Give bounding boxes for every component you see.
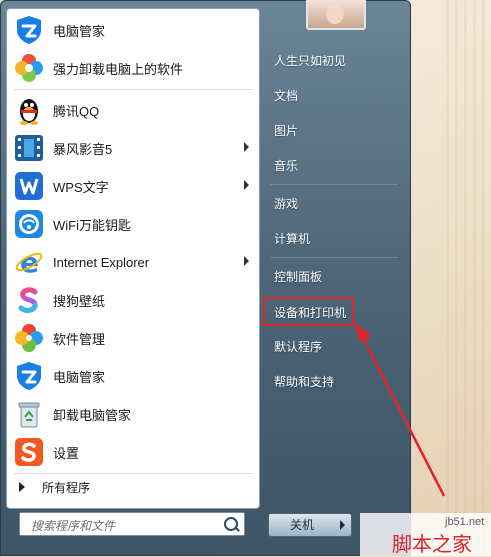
program-label: 腾讯QQ <box>53 103 100 119</box>
program-label: WPS文字 <box>53 179 109 195</box>
submenu-arrow-icon[interactable] <box>244 256 249 266</box>
watermark-url: jb51.net <box>445 516 485 528</box>
program-item-pc-manager-2[interactable]: 电脑管家 <box>7 357 259 395</box>
program-item-wps[interactable]: WPS文字 <box>7 167 259 205</box>
program-label: 搜狗壁纸 <box>53 293 106 309</box>
tencent-pc-manager-icon <box>13 360 45 392</box>
program-label: 暴风影音5 <box>53 141 113 157</box>
program-label: 卸载电脑管家 <box>53 407 132 423</box>
program-item-uninstall-pc-manager[interactable]: 卸载电脑管家 <box>7 395 259 433</box>
baofeng-film-icon <box>13 132 45 164</box>
programs-panel: 电脑管家 强力卸载电脑上的软件 腾讯QQ 暴风影音5 WPS文字 WiFi万能钥… <box>6 8 260 509</box>
search-box[interactable]: 搜索程序和文件 <box>19 512 245 536</box>
uninstall-flower-icon <box>13 52 45 84</box>
program-label: 电脑管家 <box>53 23 106 39</box>
right-item-default-programs[interactable]: 默认程序 <box>264 332 396 360</box>
program-item-internet-explorer[interactable]: e Internet Explorer <box>7 243 259 281</box>
watermark-name: 脚本之家 <box>392 532 472 556</box>
program-item-baofeng[interactable]: 暴风影音5 <box>7 129 259 167</box>
program-item-pc-manager[interactable]: 电脑管家 <box>7 11 259 49</box>
right-item-help-support[interactable]: 帮助和支持 <box>264 367 396 395</box>
all-programs-button[interactable]: 所有程序 <box>7 475 259 499</box>
sogou-settings-icon <box>13 436 45 468</box>
divider <box>270 257 398 258</box>
tencent-pc-manager-icon <box>13 14 45 46</box>
right-item-computer[interactable]: 计算机 <box>264 224 396 252</box>
software-manager-icon <box>13 322 45 354</box>
submenu-arrow-icon[interactable] <box>244 180 249 190</box>
user-avatar[interactable] <box>306 0 366 30</box>
search-placeholder: 搜索程序和文件 <box>31 519 116 533</box>
recycle-bin-icon <box>13 398 45 430</box>
program-label: Internet Explorer <box>53 254 150 270</box>
sogou-wallpaper-icon <box>13 284 45 316</box>
right-item-pictures[interactable]: 图片 <box>264 116 396 144</box>
internet-explorer-icon: e <box>13 246 45 279</box>
avatar-face <box>326 4 344 24</box>
program-label: 设置 <box>53 445 80 461</box>
shutdown-options-arrow-icon[interactable] <box>335 513 352 537</box>
wps-writer-icon <box>13 170 45 202</box>
right-item-games[interactable]: 游戏 <box>264 189 396 217</box>
program-item-software-manager[interactable]: 软件管理 <box>7 319 259 357</box>
all-programs-label: 所有程序 <box>42 480 91 495</box>
right-item-documents[interactable]: 文档 <box>264 81 396 109</box>
right-item-music[interactable]: 音乐 <box>264 151 396 179</box>
right-item-user[interactable]: 人生只如初见 <box>264 46 396 74</box>
program-label: WiFi万能钥匙 <box>53 217 131 233</box>
start-menu: 电脑管家 强力卸载电脑上的软件 腾讯QQ 暴风影音5 WPS文字 WiFi万能钥… <box>0 0 411 556</box>
program-item-qq[interactable]: 腾讯QQ <box>7 91 259 129</box>
right-item-control-panel[interactable]: 控制面板 <box>264 262 396 290</box>
divider <box>270 184 398 185</box>
program-label: 软件管理 <box>53 331 106 347</box>
submenu-arrow-icon[interactable] <box>244 142 249 152</box>
wifi-key-icon <box>13 208 45 240</box>
expand-arrow-icon <box>19 482 25 492</box>
divider <box>13 89 253 90</box>
program-item-uninstall[interactable]: 强力卸载电脑上的软件 <box>7 49 259 87</box>
annotation-highlight-box <box>263 297 354 326</box>
shutdown-button[interactable]: 关机 <box>268 513 336 537</box>
program-label: 强力卸载电脑上的软件 <box>53 61 184 77</box>
program-item-settings[interactable]: 设置 <box>7 433 259 471</box>
program-item-wifi-key[interactable]: WiFi万能钥匙 <box>7 205 259 243</box>
qq-penguin-icon <box>13 94 45 126</box>
program-item-sogou-wallpaper[interactable]: 搜狗壁纸 <box>7 281 259 319</box>
program-label: 电脑管家 <box>53 369 106 385</box>
wallpaper-stripes <box>446 0 491 556</box>
divider <box>13 473 253 474</box>
search-icon[interactable] <box>224 517 238 531</box>
